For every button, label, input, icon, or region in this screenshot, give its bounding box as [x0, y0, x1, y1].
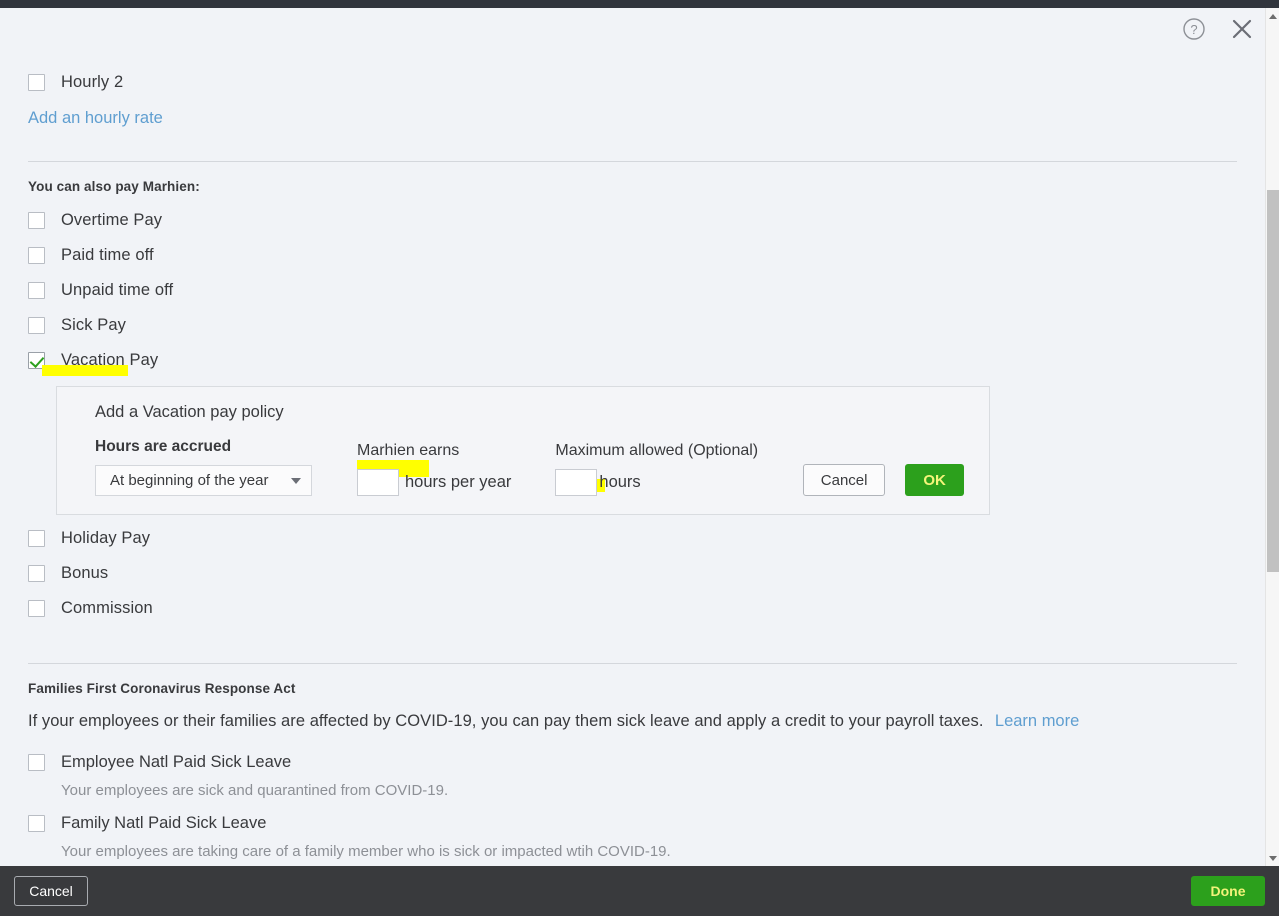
max-input-group: hours [555, 469, 758, 496]
max-allowed-label: Maximum allowed (Optional) [555, 442, 759, 459]
policy-ok-button[interactable]: OK [905, 464, 965, 496]
employee-natl-paid-sick-leave-checkbox[interactable] [28, 753, 45, 771]
policy-panel-title: Add a Vacation pay policy [95, 403, 284, 421]
holiday-pay-checkbox[interactable] [28, 530, 45, 547]
scroll-down-arrow-icon[interactable] [1266, 850, 1279, 866]
accrual-label: Hours are accrued [95, 438, 232, 455]
checkbox-row-overtime-pay[interactable]: Overtime Pay [28, 203, 1237, 238]
cancel-button[interactable]: Cancel [14, 876, 88, 906]
vertical-scrollbar[interactable] [1265, 8, 1279, 866]
policy-cancel-button[interactable]: Cancel [803, 464, 886, 496]
chevron-down-icon [291, 477, 301, 484]
checkbox-row-commission[interactable]: Commission [28, 591, 1237, 626]
sick-pay-label: Sick Pay [61, 316, 126, 334]
earns-input-group: hours per year [357, 460, 512, 496]
paid-time-off-checkbox[interactable] [28, 247, 45, 264]
employee-natl-paid-sick-leave-desc: Your employees are sick and quarantined … [61, 782, 449, 799]
max-hours-input[interactable] [555, 469, 598, 496]
vacation-pay-label: Vacation Pay Vacation Pay [61, 351, 158, 370]
bonus-label: Bonus [61, 564, 109, 582]
dialog-footer: Cancel Done [0, 866, 1279, 916]
dialog-scroll-surface: ? Hourly 2 Add an hourly rate You can al… [0, 8, 1265, 866]
checkbox-row-hourly2[interactable]: Hourly 2 [28, 65, 1237, 100]
earns-unit-label: hours per year [405, 473, 512, 491]
sick-pay-checkbox[interactable] [28, 317, 45, 334]
policy-fields-row: Hours are accrued At beginning of the ye… [95, 438, 969, 496]
dialog-content: Hourly 2 Add an hourly rate You can also… [0, 8, 1265, 866]
hourly2-label: Hourly 2 [61, 73, 124, 91]
earns-field: Marhien earns hours per year [357, 442, 511, 496]
family-natl-paid-sick-leave-desc: Your employees are taking care of a fami… [61, 843, 671, 860]
unpaid-time-off-checkbox[interactable] [28, 282, 45, 299]
checkbox-row-paid-time-off[interactable]: Paid time off [28, 238, 1237, 273]
done-button[interactable]: Done [1191, 876, 1265, 906]
paid-time-off-label: Paid time off [61, 246, 154, 264]
unpaid-time-off-label: Unpaid time off [61, 281, 174, 299]
also-pay-heading: You can also pay Marhien: [28, 179, 200, 194]
ffcra-heading: Families First Coronavirus Response Act [28, 681, 296, 696]
accrual-select-value: At beginning of the year [110, 472, 269, 489]
hourly2-checkbox[interactable] [28, 74, 45, 91]
vacation-pay-label-text: Vacation Pay [61, 351, 159, 369]
vacation-pay-policy-panel: Add a Vacation pay policy Hours are accr… [56, 386, 990, 515]
checkbox-row-sick-pay[interactable]: Sick Pay [28, 308, 1237, 343]
holiday-pay-label: Holiday Pay [61, 529, 151, 547]
overtime-pay-checkbox[interactable] [28, 212, 45, 229]
checkbox-row-vacation-pay[interactable]: Vacation Pay Vacation Pay [28, 343, 1237, 378]
vacation-pay-checkbox[interactable] [28, 352, 45, 369]
family-natl-paid-sick-leave-checkbox[interactable] [28, 814, 45, 832]
commission-checkbox[interactable] [28, 600, 45, 617]
checkbox-row-family-natl-paid-sick-leave[interactable]: Family Natl Paid Sick Leave [28, 808, 1237, 838]
checkbox-row-holiday-pay[interactable]: Holiday Pay [28, 521, 1237, 556]
commission-label: Commission [61, 599, 153, 617]
earns-label: Marhien earns [357, 442, 460, 459]
overtime-pay-label: Overtime Pay [61, 211, 163, 229]
checkbox-row-unpaid-time-off[interactable]: Unpaid time off [28, 273, 1237, 308]
divider-ffcra [28, 663, 1237, 664]
earns-hours-input[interactable] [357, 469, 399, 496]
max-unit-label: hours [599, 473, 641, 491]
scroll-up-arrow-icon[interactable] [1266, 8, 1279, 24]
accrual-field: Hours are accrued At beginning of the ye… [95, 438, 312, 496]
window-top-bar [0, 0, 1279, 8]
employee-natl-paid-sick-leave-label: Employee Natl Paid Sick Leave [61, 752, 292, 771]
scrollbar-thumb[interactable] [1267, 190, 1279, 572]
ffcra-intro-text: If your employees or their families are … [28, 712, 984, 730]
divider-top [28, 161, 1237, 162]
ffcra-learn-more-link[interactable]: Learn more [995, 712, 1079, 730]
bonus-checkbox[interactable] [28, 565, 45, 582]
checkbox-row-bonus[interactable]: Bonus [28, 556, 1237, 591]
add-hourly-rate-link[interactable]: Add an hourly rate [28, 109, 163, 127]
ffcra-intro-row: If your employees or their families are … [28, 712, 1237, 731]
checkbox-row-employee-natl-paid-sick-leave[interactable]: Employee Natl Paid Sick Leave [28, 747, 1237, 777]
family-natl-paid-sick-leave-label: Family Natl Paid Sick Leave [61, 813, 267, 832]
accrual-select[interactable]: At beginning of the year [95, 465, 312, 496]
max-allowed-field: Maximum allowed (Optional) hours [555, 442, 758, 496]
